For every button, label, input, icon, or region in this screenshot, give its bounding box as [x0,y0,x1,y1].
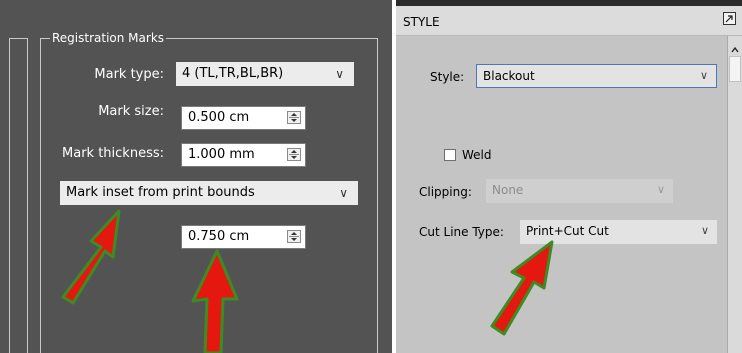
annotation-arrow-icon [490,240,554,336]
mark-type-label: Mark type: [94,67,164,82]
scrollbar-track[interactable] [728,36,742,353]
mark-size-value: 0.500 cm [188,110,250,125]
chevron-down-icon: ∨ [700,224,709,237]
scrollbar-thumb[interactable] [729,56,741,82]
group-title: Registration Marks [50,31,167,45]
style-value: Blackout [483,69,535,83]
spinner-icon[interactable] [287,148,301,161]
chevron-down-icon: ∨ [339,186,348,200]
mark-thickness-value: 1.000 mm [188,147,255,162]
chevron-down-icon: ∨ [699,69,708,82]
mark-size-input[interactable]: 0.500 cm [181,106,306,130]
mark-thickness-label: Mark thickness: [62,146,164,161]
style-panel-header [396,6,742,36]
mark-inset-input[interactable]: 0.750 cm [181,225,306,249]
weld-checkbox[interactable] [444,149,456,161]
mark-size-label: Mark size: [98,104,164,119]
scroll-up-icon[interactable] [730,40,740,53]
clipping-dropdown[interactable]: None ∨ [486,179,673,203]
mark-type-value: 4 (TL,TR,BL,BR) [182,66,284,81]
style-label: Style: [430,70,465,84]
mark-inset-value: Mark inset from print bounds [66,185,255,200]
panel-border-inner [27,38,28,353]
chevron-down-icon: ∨ [335,67,344,81]
mark-inset-dropdown[interactable]: Mark inset from print bounds ∨ [60,181,358,205]
annotation-arrow-icon [61,209,121,305]
group-border-left [40,38,41,353]
chevron-down-icon: ∨ [656,183,665,196]
group-border-right [377,38,378,353]
mark-type-dropdown[interactable]: 4 (TL,TR,BL,BR) ∨ [176,62,354,86]
panel-border-top [9,38,28,39]
annotation-arrow-icon [191,249,239,353]
clipping-value: None [492,183,524,197]
weld-label: Weld [462,148,492,162]
mark-thickness-input[interactable]: 1.000 mm [181,143,306,167]
style-dropdown[interactable]: Blackout ∨ [476,64,717,88]
spinner-icon[interactable] [287,230,301,243]
restore-window-icon[interactable] [723,12,736,25]
style-panel-title: STYLE [403,15,440,29]
clipping-label: Clipping: [419,185,472,199]
panel-border-left [9,38,10,353]
spinner-icon[interactable] [287,111,301,124]
mark-inset-input-value: 0.750 cm [188,229,250,244]
